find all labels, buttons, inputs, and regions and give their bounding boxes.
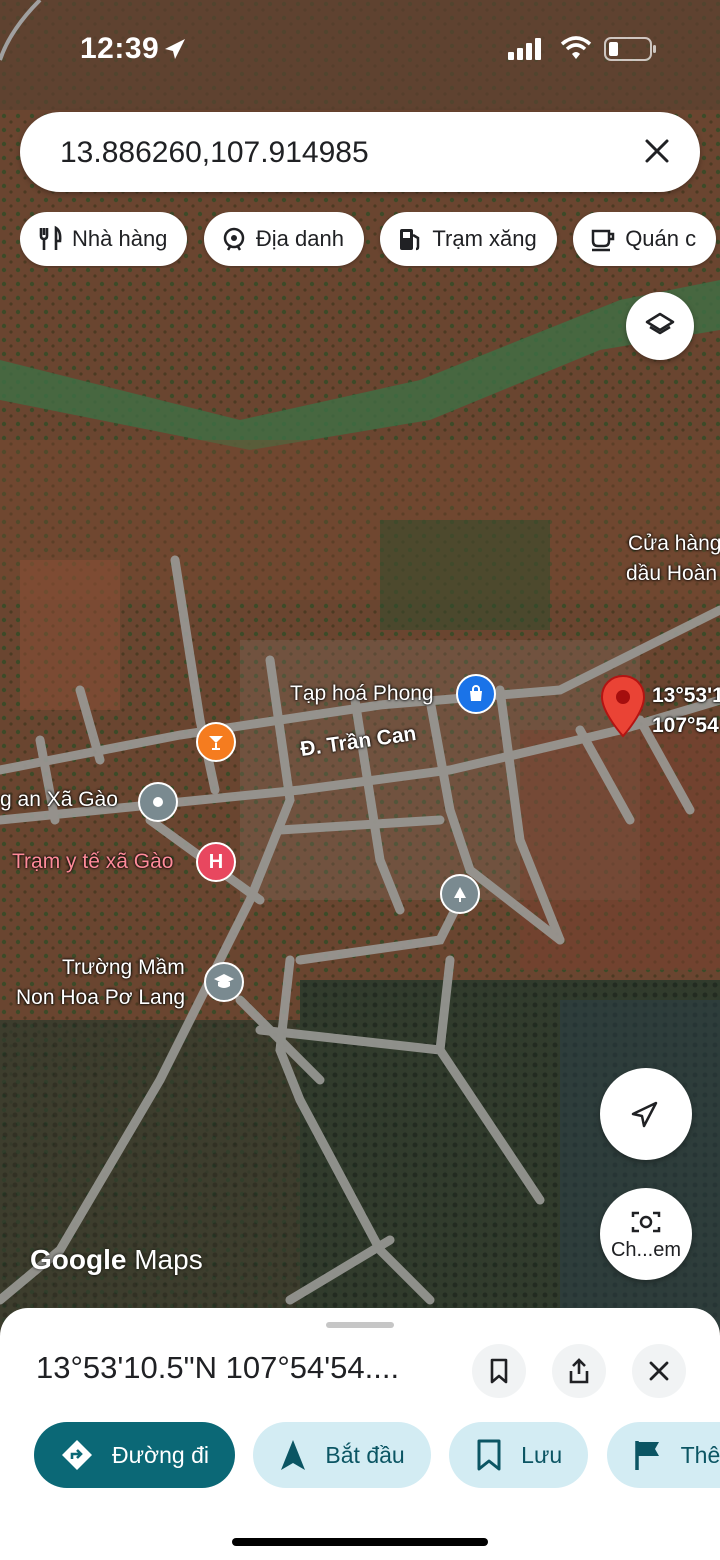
school-icon[interactable] <box>204 962 244 1002</box>
camera-label: Ch...em <box>610 1238 682 1261</box>
chip-landmarks[interactable]: Địa danh <box>203 212 364 266</box>
place-label-school-line1[interactable]: Trường Mầm <box>62 956 185 980</box>
my-location-button[interactable] <box>600 1068 692 1160</box>
place-label-shop[interactable]: Tạp hoá Phong <box>290 682 434 706</box>
search-input[interactable]: 13.886260,107.914985 <box>60 136 369 170</box>
place-bottom-sheet[interactable]: 13°53'10.5"N 107°54'54.... Đường đi Bắt … <box>0 1308 720 1560</box>
place-label-gas-line1[interactable]: Cửa hàng <box>628 532 720 556</box>
directions-icon <box>62 1440 92 1470</box>
category-chips: Nhà hàng Địa danh Trạm xăng Quán c <box>20 212 720 268</box>
layers-icon <box>645 312 675 335</box>
chip-coffee[interactable]: Quán c <box>573 212 717 266</box>
fork-knife-icon <box>39 225 62 250</box>
close-icon[interactable] <box>642 136 672 166</box>
landmark-icon <box>223 227 245 251</box>
status-time: 12:39 <box>80 32 160 65</box>
save-bookmark-button[interactable] <box>472 1344 526 1398</box>
place-label-clinic[interactable]: Trạm y tế xã Gào <box>12 850 173 874</box>
pin-coord-label-line1: 13°53'1( <box>652 684 720 707</box>
camera-search-button[interactable]: Ch...em <box>600 1188 692 1280</box>
search-bar[interactable]: 13.886260,107.914985 <box>20 112 700 192</box>
satellite-map[interactable]: Cửa hàng dầu Hoàn Tạp hoá Phong Đ. Trần … <box>0 0 720 1330</box>
location-arrow-icon <box>165 39 185 59</box>
cellular-signal-icon <box>508 38 541 60</box>
drag-handle[interactable] <box>326 1322 394 1328</box>
wifi-icon <box>560 36 592 59</box>
directions-button[interactable]: Đường đi <box>34 1422 235 1488</box>
flag-icon <box>634 1441 659 1470</box>
home-indicator[interactable] <box>232 1538 488 1546</box>
start-button[interactable]: Bắt đầu <box>253 1422 431 1488</box>
chip-gas-stations[interactable]: Trạm xăng <box>380 212 557 266</box>
camera-icon <box>631 1211 661 1232</box>
action-buttons: Đường đi Bắt đầu Lưu Thên <box>34 1422 720 1492</box>
close-icon <box>649 1361 669 1381</box>
police-place-icon[interactable] <box>138 782 178 822</box>
bookmark-icon <box>477 1439 501 1471</box>
battery-icon <box>604 37 656 61</box>
add-label-button[interactable]: Thên <box>606 1422 720 1488</box>
cocktail-bar-icon[interactable] <box>196 722 236 762</box>
place-title: 13°53'10.5"N 107°54'54.... <box>36 1350 400 1385</box>
share-button[interactable] <box>552 1344 606 1398</box>
share-icon <box>569 1358 589 1384</box>
shopping-bag-icon[interactable] <box>456 674 496 714</box>
park-icon[interactable] <box>440 874 480 914</box>
place-label-school-line2[interactable]: Non Hoa Pơ Lang <box>16 986 185 1010</box>
google-maps-attribution: Google Maps <box>30 1244 203 1275</box>
place-label-gas-line2[interactable]: dầu Hoàn <box>626 562 717 586</box>
status-bar: 12:39 <box>0 0 720 100</box>
layers-button[interactable] <box>626 292 694 360</box>
save-button[interactable]: Lưu <box>449 1422 589 1488</box>
navigation-arrow-icon <box>631 1101 658 1128</box>
location-pin-icon[interactable] <box>600 674 646 740</box>
coffee-icon <box>591 229 615 252</box>
gas-station-icon <box>400 229 420 251</box>
close-sheet-button[interactable] <box>632 1344 686 1398</box>
hospital-icon[interactable]: H <box>196 842 236 882</box>
pin-coord-label-line2: 107°54 <box>652 714 719 737</box>
bookmark-icon <box>490 1358 508 1384</box>
chip-restaurants[interactable]: Nhà hàng <box>20 212 188 266</box>
place-label-police[interactable]: g an Xã Gào <box>0 788 118 812</box>
navigation-arrow-icon <box>281 1440 306 1470</box>
